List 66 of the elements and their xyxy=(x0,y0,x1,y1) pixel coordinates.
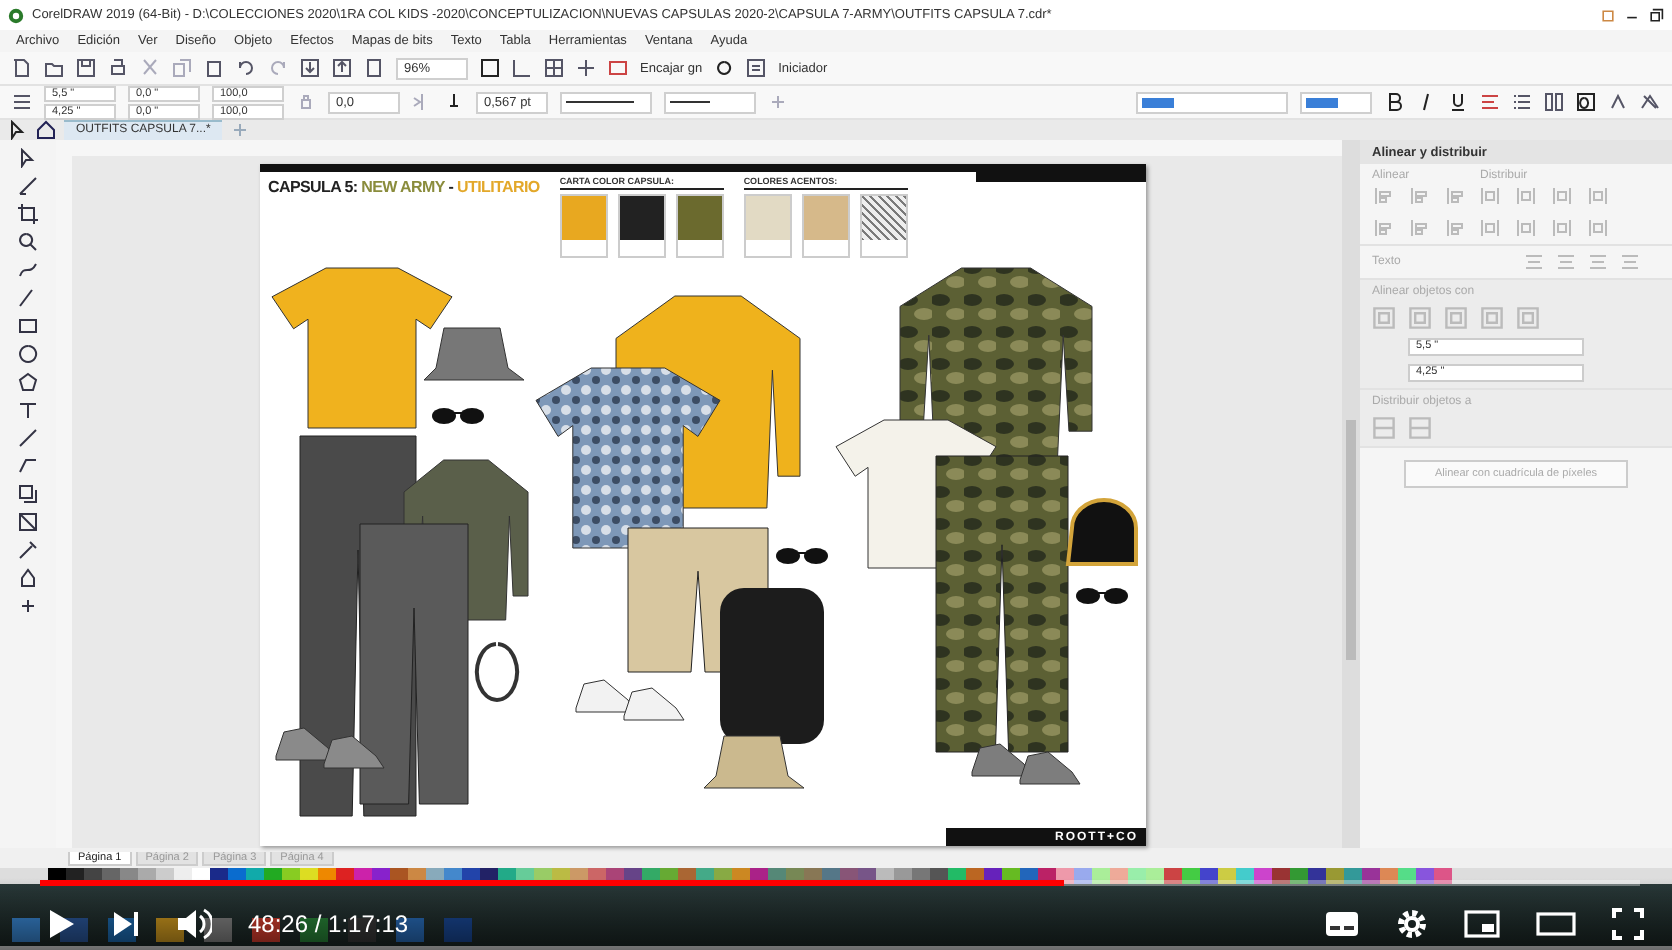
color-swatch xyxy=(801,194,850,258)
volume-icon[interactable] xyxy=(176,908,212,940)
shape-tool-icon[interactable] xyxy=(18,176,38,196)
underline-icon[interactable] xyxy=(1448,92,1468,112)
fill-tool-icon[interactable] xyxy=(18,568,38,588)
color-swatch xyxy=(617,194,666,258)
open-folder-icon[interactable] xyxy=(44,58,64,78)
launcher-icon[interactable] xyxy=(746,58,767,78)
text-selection-highlight xyxy=(1306,97,1338,107)
pick-tool-icon[interactable] xyxy=(18,148,38,168)
font-list-dropdown[interactable] xyxy=(1136,91,1288,113)
theater-mode-icon[interactable] xyxy=(1536,912,1576,936)
ellipse-tool-icon[interactable] xyxy=(18,344,38,364)
export-icon[interactable] xyxy=(332,58,352,78)
subtitles-icon[interactable] xyxy=(1324,910,1360,938)
align-text-icon[interactable] xyxy=(1480,92,1500,112)
rulers-icon[interactable] xyxy=(512,58,532,78)
freehand-tool-icon[interactable] xyxy=(18,260,38,280)
play-icon[interactable] xyxy=(48,908,76,940)
next-icon[interactable] xyxy=(112,910,140,938)
import-icon[interactable] xyxy=(300,58,320,78)
zoom-tool-icon[interactable] xyxy=(18,232,38,252)
undo-icon[interactable] xyxy=(236,58,256,78)
arrowhead-dropdown[interactable] xyxy=(664,91,756,113)
add-tool-icon[interactable] xyxy=(18,596,38,616)
columns-icon[interactable] xyxy=(1544,92,1564,112)
transparency-icon[interactable] xyxy=(18,512,38,532)
guidelines-icon[interactable] xyxy=(576,58,596,78)
grid-icon[interactable] xyxy=(544,58,564,78)
line-style-dropdown[interactable] xyxy=(560,91,652,113)
eyedropper-icon[interactable] xyxy=(18,540,38,560)
artistic-media-icon[interactable] xyxy=(18,288,38,308)
fullscreen-icon[interactable] xyxy=(1612,908,1644,940)
print-icon[interactable] xyxy=(108,58,128,78)
save-icon[interactable] xyxy=(76,58,96,78)
home-icon[interactable] xyxy=(36,120,56,140)
color-swatch xyxy=(859,194,908,258)
outline-pen-icon[interactable] xyxy=(444,92,464,112)
video-time: 48:26 / 1:17:13 xyxy=(248,910,409,938)
arrowhead-icon xyxy=(670,98,710,106)
board-title: CAPSULA 5: NEW ARMY - UTILITARIO xyxy=(268,176,540,200)
new-document-icon[interactable] xyxy=(12,58,32,78)
rectangle-tool-icon[interactable] xyxy=(18,316,38,336)
app-logo-icon xyxy=(8,7,24,23)
color-swatch xyxy=(743,194,792,258)
text-selection-highlight xyxy=(1142,97,1174,107)
miniplayer-icon[interactable] xyxy=(1464,910,1500,938)
text-frame-icon[interactable] xyxy=(1576,92,1596,112)
pointer-icon[interactable] xyxy=(8,120,28,140)
connector-tool-icon[interactable] xyxy=(18,456,38,476)
restore-icon[interactable] xyxy=(1648,7,1664,23)
object-size-icon[interactable] xyxy=(12,92,32,112)
full-screen-icon[interactable] xyxy=(480,58,500,78)
polygon-tool-icon[interactable] xyxy=(18,372,38,392)
text-tool-icon[interactable] xyxy=(18,400,38,420)
drop-shadow-icon[interactable] xyxy=(18,484,38,504)
bold-icon[interactable] xyxy=(1384,92,1404,112)
line-style-icon xyxy=(566,98,634,106)
color-swatch xyxy=(559,194,608,258)
color-swatch xyxy=(675,194,724,258)
snap-icon[interactable] xyxy=(608,58,628,78)
bullet-list-icon[interactable] xyxy=(1512,92,1532,112)
crop-tool-icon[interactable] xyxy=(18,204,38,224)
parallel-dimension-icon[interactable] xyxy=(18,428,38,448)
font-size-dropdown[interactable] xyxy=(1300,91,1372,113)
scrollbar-thumb[interactable] xyxy=(1345,420,1355,660)
